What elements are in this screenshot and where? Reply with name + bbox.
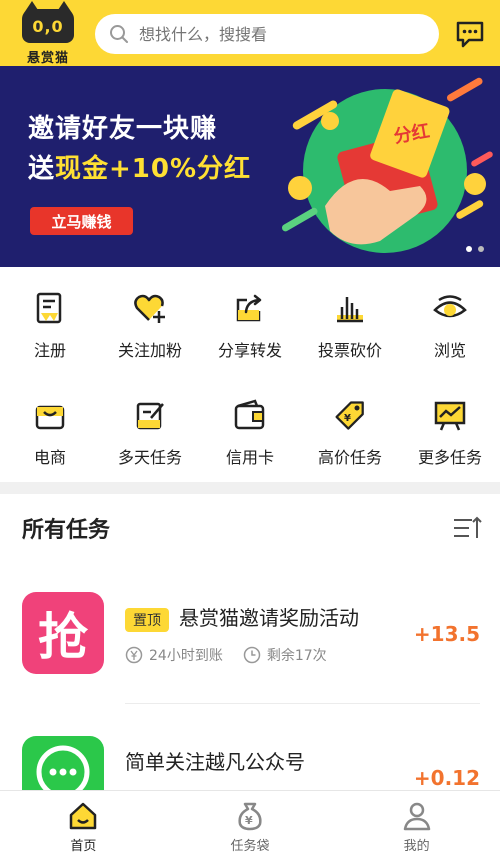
search-input[interactable]	[139, 24, 429, 44]
search-bar[interactable]	[95, 14, 439, 54]
task-reward: +13.5	[413, 622, 480, 646]
yuan-coin-icon	[125, 646, 143, 664]
logo-text: 悬赏猫	[26, 51, 69, 66]
carousel-indicator	[466, 246, 484, 252]
category-vote[interactable]: 投票砍价	[300, 267, 400, 374]
task-title: 置顶 悬赏猫邀请奖励活动	[125, 602, 359, 632]
clock-icon	[243, 646, 261, 664]
wallet-icon	[234, 399, 265, 430]
category-label: 注册	[33, 341, 66, 360]
category-label: 浏览	[433, 341, 466, 360]
sort-icon[interactable]	[452, 515, 482, 541]
category-credit-card[interactable]: 信用卡	[200, 374, 300, 481]
task-meta: 24小时到账 剩余17次	[125, 645, 327, 665]
cat-logo-icon: 0,0	[22, 1, 74, 43]
category-label: 关注加粉	[117, 341, 182, 360]
banner-subtitle-prefix: 送	[28, 154, 56, 184]
logo-face: 0,0	[32, 17, 64, 36]
search-icon	[110, 25, 128, 43]
home-icon	[70, 802, 97, 830]
app-screen: 0,0 悬赏猫 邀请好友一块赚 送现金+10%分红 立马赚钱	[0, 0, 500, 859]
category-browse[interactable]: 浏览	[400, 267, 500, 374]
category-follow[interactable]: 关注加粉	[100, 267, 200, 374]
category-label: 更多任务	[417, 448, 482, 467]
grab-icon: 抢	[22, 592, 104, 674]
nav-task-bag[interactable]: ¥ 任务袋	[167, 791, 334, 859]
task-name: 悬赏猫邀请奖励活动	[179, 606, 359, 630]
category-row: 注册 关注加粉 分享转发 投票砍价 浏览	[0, 267, 500, 374]
share-icon	[236, 294, 262, 322]
wechat-icon	[22, 736, 104, 790]
register-icon	[36, 292, 62, 324]
section-divider	[0, 482, 500, 494]
task-name: 简单关注越凡公众号	[125, 750, 305, 774]
pinned-badge: 置顶	[125, 607, 169, 632]
vote-chart-icon	[337, 297, 363, 323]
carousel-dot[interactable]	[478, 246, 484, 252]
red-envelope-illustration: 分红	[281, 77, 493, 253]
banner-subtitle-highlight: 现金+10%分红	[55, 154, 252, 184]
category-more[interactable]: 更多任务	[400, 374, 500, 481]
bottom-nav: 首页 ¥ 任务袋 我的	[0, 790, 500, 859]
shopping-bag-icon	[35, 405, 65, 430]
task-reward: +0.12	[413, 766, 480, 790]
profile-icon	[403, 802, 430, 831]
category-grid: 注册 关注加粉 分享转发 投票砍价 浏览 电商 多天任务 信用卡 ¥ 高价任务 …	[0, 267, 500, 482]
nav-profile[interactable]: 我的	[333, 791, 500, 859]
nav-label: 我的	[403, 839, 430, 854]
payout-time: 24小时到账	[149, 648, 223, 664]
category-label: 高价任务	[317, 448, 382, 467]
eye-icon	[433, 295, 467, 318]
price-tag-icon: ¥	[335, 401, 364, 430]
nav-home[interactable]: 首页	[0, 791, 167, 859]
nav-label: 首页	[70, 839, 97, 854]
task-item[interactable]: 抢 置顶 悬赏猫邀请奖励活动 24小时到账 剩余17次 +13.5	[0, 592, 500, 692]
app-logo[interactable]: 0,0 悬赏猫	[22, 1, 74, 66]
nav-label: 任务袋	[230, 839, 270, 854]
category-multi-day[interactable]: 多天任务	[100, 374, 200, 481]
earn-now-button[interactable]: 立马赚钱	[30, 207, 133, 235]
heart-plus-icon	[134, 294, 165, 323]
money-bag-icon: ¥	[238, 802, 262, 831]
category-ecommerce[interactable]: 电商	[0, 374, 100, 481]
banner-title: 邀请好友一块赚	[28, 114, 218, 144]
top-bar: 0,0 悬赏猫	[0, 0, 500, 66]
presentation-chart-icon	[434, 401, 466, 431]
banner-subtitle: 送现金+10%分红	[28, 148, 251, 185]
message-icon[interactable]	[455, 20, 485, 48]
category-label: 信用卡	[225, 448, 274, 467]
category-register[interactable]: 注册	[0, 267, 100, 374]
category-label: 多天任务	[117, 448, 182, 467]
remaining-count: 剩余17次	[266, 648, 327, 664]
promo-banner[interactable]: 邀请好友一块赚 送现金+10%分红 立马赚钱 分红	[0, 66, 500, 267]
category-label: 投票砍价	[317, 341, 382, 360]
category-label: 电商	[33, 448, 66, 467]
svg-text:¥: ¥	[344, 413, 351, 424]
svg-text:¥: ¥	[245, 814, 253, 827]
carousel-dot[interactable]	[466, 246, 472, 252]
category-high-price[interactable]: ¥ 高价任务	[300, 374, 400, 481]
category-share[interactable]: 分享转发	[200, 267, 300, 374]
section-title: 所有任务	[22, 518, 111, 543]
task-separator	[125, 703, 480, 704]
category-label: 分享转发	[217, 341, 282, 360]
category-row: 电商 多天任务 信用卡 ¥ 高价任务 更多任务	[0, 374, 500, 481]
task-item[interactable]: 简单关注越凡公众号 +0.12	[0, 736, 500, 790]
edit-note-icon	[136, 402, 164, 430]
task-icon-char: 抢	[38, 608, 88, 666]
